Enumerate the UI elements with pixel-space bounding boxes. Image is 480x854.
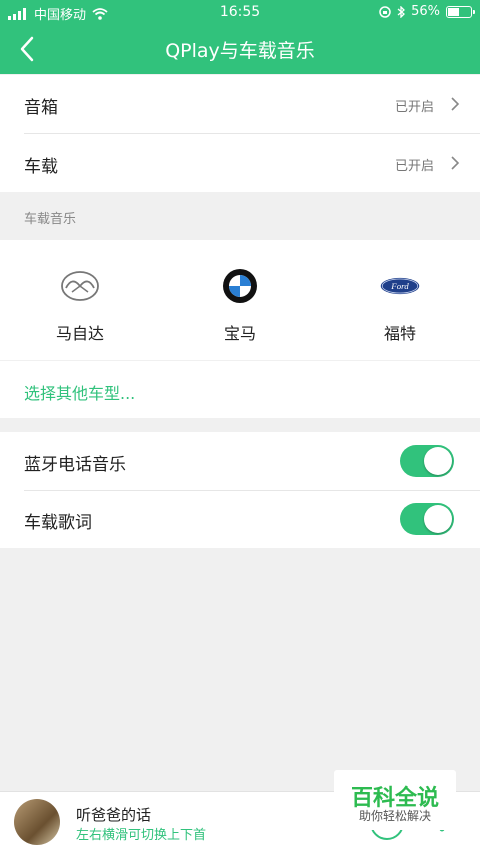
watermark-subtitle: 助你轻松解决 <box>358 809 431 823</box>
device-row-car[interactable]: 车载 已开启 <box>0 134 480 192</box>
brand-name: 宝马 <box>223 324 256 343</box>
toggle-row-bluetooth-music: 蓝牙电话音乐 <box>0 432 480 490</box>
device-status: 已开启 <box>394 100 434 115</box>
devices-section: 音箱 已开启 车载 已开启 <box>0 75 480 192</box>
car-brand-list: 马自达 宝马 Ford 福特 <box>0 240 480 360</box>
chevron-right-icon <box>451 97 460 111</box>
page-title: QPlay与车载音乐 <box>165 40 315 62</box>
brand-mazda[interactable]: 马自达 <box>20 266 140 346</box>
rotation-lock-icon <box>379 5 391 18</box>
toggle-row-car-lyrics: 车载歌词 <box>0 490 480 548</box>
device-row-speaker[interactable]: 音箱 已开启 <box>0 75 480 133</box>
swipe-hint: 左右横滑可切换上下首 <box>76 828 207 843</box>
brand-name: 马自达 <box>55 324 104 343</box>
brand-bmw[interactable]: 宝马 <box>180 266 300 346</box>
toggle-knob <box>424 505 452 533</box>
toggle-label: 车载歌词 <box>24 513 92 533</box>
album-cover[interactable] <box>14 799 60 845</box>
bmw-logo-icon <box>220 266 260 306</box>
select-other-car-link[interactable]: 选择其他车型... <box>24 380 135 404</box>
song-title: 听爸爸的话 <box>76 806 152 824</box>
car-lyrics-toggle[interactable] <box>400 503 454 535</box>
brand-name: 福特 <box>383 324 416 343</box>
nav-bar: QPlay与车载音乐 <box>0 24 480 74</box>
device-label: 车载 <box>24 157 58 177</box>
bluetooth-music-toggle[interactable] <box>400 445 454 477</box>
mazda-logo-icon <box>60 266 100 306</box>
header: 中国移动 16:55 56% QPlay与车载音乐 <box>0 0 480 74</box>
chevron-right-icon <box>451 156 460 170</box>
device-status: 已开启 <box>394 159 434 174</box>
battery-percent: 56% <box>411 4 440 19</box>
other-car-row: 选择其他车型... <box>0 361 480 418</box>
brand-ford[interactable]: Ford 福特 <box>340 266 460 346</box>
ford-logo-icon: Ford <box>380 266 420 306</box>
svg-text:Ford: Ford <box>390 281 409 291</box>
battery-icon <box>446 5 475 18</box>
section-title-car-music: 车载音乐 <box>24 212 77 227</box>
watermark: 百科全说 助你轻松解决 <box>334 770 456 830</box>
bluetooth-icon <box>397 5 406 18</box>
toggle-section: 蓝牙电话音乐 车载歌词 <box>0 432 480 548</box>
toggle-knob <box>424 447 452 475</box>
device-label: 音箱 <box>24 98 58 118</box>
toggle-label: 蓝牙电话音乐 <box>24 455 126 475</box>
status-bar: 中国移动 16:55 56% <box>0 0 480 24</box>
